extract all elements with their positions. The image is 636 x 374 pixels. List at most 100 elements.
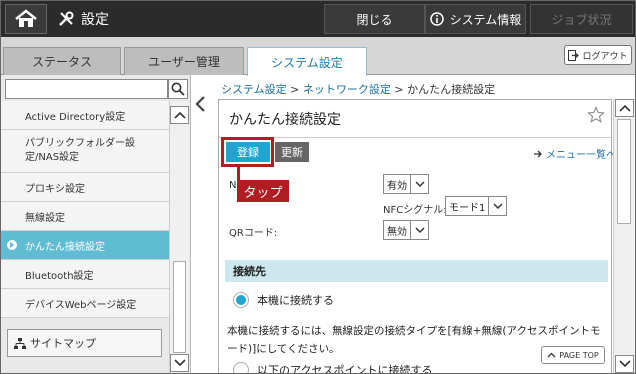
page-title-text: かんたん接続設定: [229, 111, 341, 128]
radio-connect-access-point[interactable]: 以下のアクセスポイントに接続する: [233, 362, 433, 374]
page-top-label: PAGE TOP: [559, 350, 599, 360]
connection-section-title: 接続先: [233, 265, 266, 278]
qr-code-dropdown[interactable]: [411, 220, 429, 240]
chevron-down-icon: [618, 360, 631, 368]
tap-highlight-box: [221, 137, 274, 167]
update-button[interactable]: 更新: [275, 142, 309, 162]
radio-button-selected[interactable]: [233, 292, 249, 308]
breadcrumb-item-current: かんたん接続設定: [407, 83, 496, 96]
nfc-signal-select-value: モード1: [445, 196, 490, 216]
sidebar: Active Directory設定 パブリックフォルダー設 定/NAS設定 プロ…: [1, 75, 191, 373]
sidebar-item-label: かんたん接続設定: [25, 241, 105, 253]
nfc-select[interactable]: 有効: [383, 174, 429, 194]
sidebar-item-public-folder[interactable]: パブリックフォルダー設 定/NAS設定: [1, 130, 169, 173]
qr-code-select[interactable]: 無効: [383, 220, 429, 240]
radio-connect-access-point-label: 以下のアクセスポイントに接続する: [257, 364, 433, 374]
radio-connect-this-device-label: 本機に接続する: [257, 294, 334, 307]
sidebar-item-proxy[interactable]: プロキシ設定: [1, 173, 169, 202]
sidebar-search-input[interactable]: [5, 79, 168, 99]
sidebar-nav: Active Directory設定 パブリックフォルダー設 定/NAS設定 プロ…: [1, 101, 169, 318]
tab-status[interactable]: ステータス: [3, 47, 121, 75]
settings-title: 設定: [57, 9, 109, 29]
breadcrumb-separator: >: [394, 83, 404, 96]
connection-section-header: 接続先: [225, 260, 608, 282]
arrow-bullet-icon: [7, 240, 17, 250]
sidebar-item-label: パブリックフォルダー設 定/NAS設定: [25, 137, 135, 165]
system-info-button[interactable]: システム情報: [425, 4, 526, 34]
sidebar-scroll-thumb[interactable]: [173, 261, 186, 353]
tab-user-management[interactable]: ユーザー管理: [124, 47, 244, 75]
nfc-signal-select[interactable]: モード1: [445, 196, 508, 216]
home-button[interactable]: [5, 4, 47, 34]
sidebar-item-label: Bluetooth設定: [25, 270, 94, 282]
sitemap-button[interactable]: サイトマップ: [7, 329, 162, 357]
page-top-button[interactable]: PAGE TOP: [541, 346, 605, 364]
star-icon[interactable]: [587, 106, 605, 124]
sitemap-icon: [14, 337, 26, 349]
sidebar-item-device-web-page[interactable]: デバイスWebページ設定: [1, 289, 169, 318]
main-scroll-down-button[interactable]: [615, 355, 634, 373]
tap-annotation: タップ: [237, 180, 289, 202]
page-title: かんたん接続設定: [219, 100, 611, 138]
search-icon: [171, 82, 185, 96]
chevron-left-icon: [195, 96, 205, 112]
header-title: 設定: [81, 12, 109, 28]
sidebar-item-bluetooth[interactable]: Bluetooth設定: [1, 260, 169, 289]
sidebar-scrollbar[interactable]: [169, 101, 189, 373]
radio-connect-this-device[interactable]: 本機に接続する: [233, 292, 334, 308]
radio-button[interactable]: [233, 362, 249, 373]
menu-list-link[interactable]: メニュー一覧へ: [533, 146, 616, 161]
chevron-up-icon: [618, 104, 631, 112]
app-frame: 設定 閉じる システム情報 ジョブ状況 ステータス ユーザー管理 システム設定: [0, 0, 636, 374]
tab-system-settings-label: システム設定: [271, 55, 343, 70]
chevron-down-icon: [414, 226, 425, 233]
nfc-signal-dropdown[interactable]: [489, 196, 508, 216]
tab-user-management-label: ユーザー管理: [148, 55, 220, 69]
sidebar-item-active-directory[interactable]: Active Directory設定: [1, 101, 169, 130]
nfc-select-value: 有効: [383, 174, 411, 194]
list-arrow-icon: [534, 150, 542, 157]
sidebar-item-wireless[interactable]: 無線設定: [1, 202, 169, 231]
breadcrumb-item-system-settings[interactable]: システム設定: [221, 83, 287, 96]
chevron-up-icon: [173, 111, 186, 119]
main-scrollbar[interactable]: [613, 99, 635, 373]
sidebar-search-button[interactable]: [168, 79, 188, 99]
sidebar-item-easy-connect[interactable]: かんたん接続設定: [1, 231, 169, 260]
qr-code-label: QRコード:: [229, 228, 278, 239]
sidebar-scroll-down-button[interactable]: [170, 354, 189, 372]
content-panel: かんたん接続設定 登録 更新 メニュー一覧へ N 有効 NFCシグナル: モード…: [218, 99, 616, 374]
breadcrumb-separator: >: [290, 83, 300, 96]
chevron-down-icon: [493, 202, 503, 209]
tab-system-settings[interactable]: システム設定: [247, 47, 367, 76]
menu-list-label: メニュー一覧へ: [546, 150, 616, 161]
nfc-signal-label: NFCシグナル:: [383, 205, 447, 216]
chevron-up-icon: [547, 352, 556, 358]
sidebar-item-label: プロキシ設定: [25, 183, 85, 195]
update-button-label: 更新: [281, 146, 303, 159]
sidebar-item-label: デバイスWebページ設定: [25, 299, 137, 311]
main-scroll-thumb[interactable]: [617, 119, 631, 224]
sidebar-item-label-line2: 定/NAS設定: [25, 152, 80, 163]
top-bar: 設定 閉じる システム情報 ジョブ状況: [1, 1, 635, 37]
sidebar-item-label-line1: パブリックフォルダー設: [25, 138, 135, 149]
qr-code-select-value: 無効: [383, 220, 411, 240]
breadcrumb-item-network-settings[interactable]: ネットワーク設定: [303, 83, 391, 96]
logout-label: ログアウト: [582, 51, 628, 62]
main-scroll-up-button[interactable]: [615, 99, 634, 117]
close-button[interactable]: 閉じる: [324, 4, 425, 34]
chevron-down-icon: [173, 359, 186, 367]
nfc-select-dropdown[interactable]: [411, 174, 429, 194]
sidebar-scroll-up-button[interactable]: [170, 106, 189, 124]
tab-status-label: ステータス: [31, 55, 92, 69]
sidebar-item-label: 無線設定: [25, 212, 65, 224]
tap-annotation-text: タップ: [243, 185, 283, 201]
chevron-down-icon: [414, 180, 425, 187]
sitemap-label: サイトマップ: [30, 337, 96, 350]
logout-button[interactable]: ログアウト: [564, 45, 632, 65]
sidebar-collapse-button[interactable]: [191, 75, 213, 373]
system-info-label: システム情報: [449, 12, 522, 27]
sidebar-item-label: Active Directory設定: [25, 111, 126, 123]
job-status-button[interactable]: ジョブ状況: [530, 4, 633, 34]
nfc-label: N: [229, 180, 237, 191]
logout-icon: [568, 49, 580, 61]
